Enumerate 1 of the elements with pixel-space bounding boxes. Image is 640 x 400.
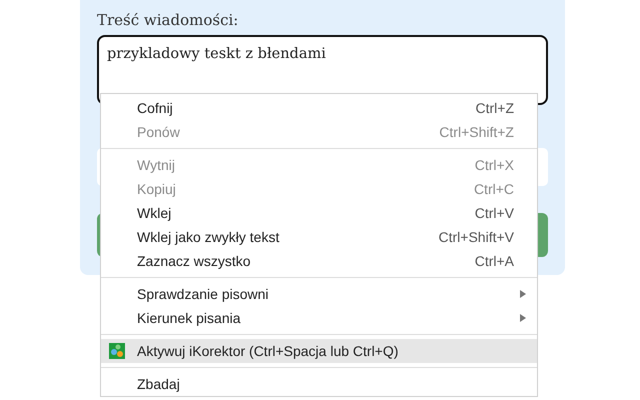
field-label: Treść wiadomości: — [97, 11, 240, 29]
